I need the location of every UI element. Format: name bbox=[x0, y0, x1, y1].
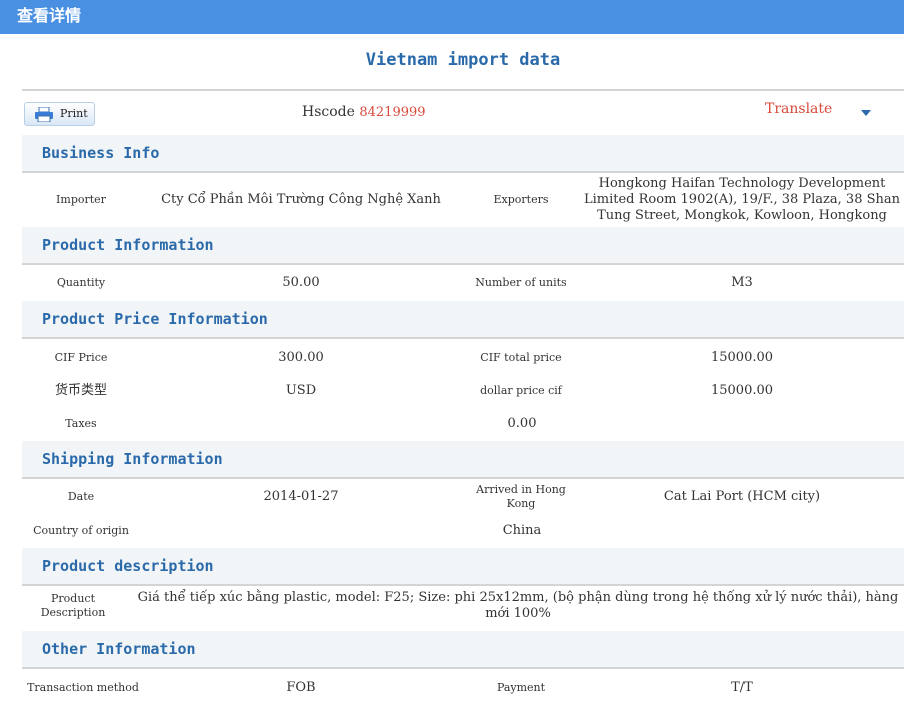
payment-value: T/T bbox=[731, 679, 753, 695]
date-label: Date bbox=[67, 490, 95, 503]
shipping-row-2: Country of origin China bbox=[0, 515, 904, 546]
units-value: M3 bbox=[731, 274, 753, 290]
print-button[interactable]: Print bbox=[24, 102, 95, 126]
hscode-label: Hscode bbox=[302, 104, 355, 120]
print-label: Print bbox=[60, 107, 88, 120]
chevron-down-icon[interactable] bbox=[861, 110, 871, 116]
transaction-label: Transaction method bbox=[27, 680, 139, 694]
origin-label: Country of origin bbox=[33, 523, 129, 537]
arrived-value: Cat Lai Port (HCM city) bbox=[663, 489, 821, 504]
hscode-value: 84219999 bbox=[359, 105, 426, 120]
quantity-label: Quantity bbox=[56, 275, 106, 289]
taxes-label: Taxes bbox=[65, 416, 97, 430]
cif-price-label: CIF Price bbox=[54, 350, 108, 364]
window-title-bar: 查看详情 bbox=[0, 0, 904, 34]
business-row: Importer Cty Cổ Phần Môi Trường Công Ngh… bbox=[0, 173, 904, 226]
exporters-value: Hongkong Haifan Technology Development L… bbox=[583, 175, 900, 223]
other-row: Transaction method FOB Payment T/T bbox=[0, 670, 904, 705]
printer-icon bbox=[35, 107, 53, 122]
dollar-cif-value: 15000.00 bbox=[710, 382, 774, 398]
units-label: Number of units bbox=[475, 275, 567, 289]
section-other-information: Other Information bbox=[22, 631, 904, 669]
window-title: 查看详情 bbox=[17, 6, 82, 25]
cif-price-value: 300.00 bbox=[278, 349, 324, 365]
cif-total-value: 15000.00 bbox=[710, 349, 774, 365]
price-row-3: Taxes 0.00 bbox=[0, 407, 904, 440]
description-row: Product Description Giá thể tiếp xúc bằn… bbox=[0, 586, 904, 626]
dollar-cif-label: dollar price cif bbox=[480, 383, 562, 397]
description-label: Product Description bbox=[40, 592, 106, 619]
hscode: Hscode 84219999 bbox=[302, 104, 426, 121]
page-title: Vietnam import data bbox=[365, 50, 561, 70]
transaction-value: FOB bbox=[286, 679, 316, 695]
currency-value: USD bbox=[285, 382, 317, 398]
product-row: Quantity 50.00 Number of units M3 bbox=[0, 265, 904, 300]
translate-dropdown[interactable]: Translate bbox=[765, 101, 832, 117]
section-business-info: Business Info bbox=[22, 135, 904, 173]
divider bbox=[22, 89, 904, 91]
date-value: 2014-01-27 bbox=[263, 489, 339, 504]
exporters-label: Exporters bbox=[493, 192, 549, 206]
price-row-2: 货币类型 USD dollar price cif 15000.00 bbox=[0, 374, 904, 407]
origin-value: China bbox=[502, 522, 542, 538]
payment-label: Payment bbox=[496, 680, 546, 694]
taxes-value: 0.00 bbox=[507, 415, 537, 431]
currency-label: 货币类型 bbox=[54, 382, 107, 398]
importer-label: Importer bbox=[56, 192, 106, 206]
section-product-information: Product Information bbox=[22, 227, 904, 265]
arrived-label: Arrived in Hong Kong bbox=[476, 483, 566, 510]
section-product-description: Product description bbox=[22, 548, 904, 586]
shipping-row-1: Date 2014-01-27 Arrived in Hong Kong Cat… bbox=[0, 479, 904, 515]
section-product-price-information: Product Price Information bbox=[22, 301, 904, 339]
quantity-value: 50.00 bbox=[282, 274, 320, 290]
section-shipping-information: Shipping Information bbox=[22, 441, 904, 479]
cif-total-label: CIF total price bbox=[480, 350, 562, 364]
description-value: Giá thể tiếp xúc bằng plastic, model: F2… bbox=[137, 590, 899, 621]
importer-value: Cty Cổ Phần Môi Trường Công Nghệ Xanh bbox=[161, 191, 441, 207]
price-row-1: CIF Price 300.00 CIF total price 15000.0… bbox=[0, 341, 904, 374]
